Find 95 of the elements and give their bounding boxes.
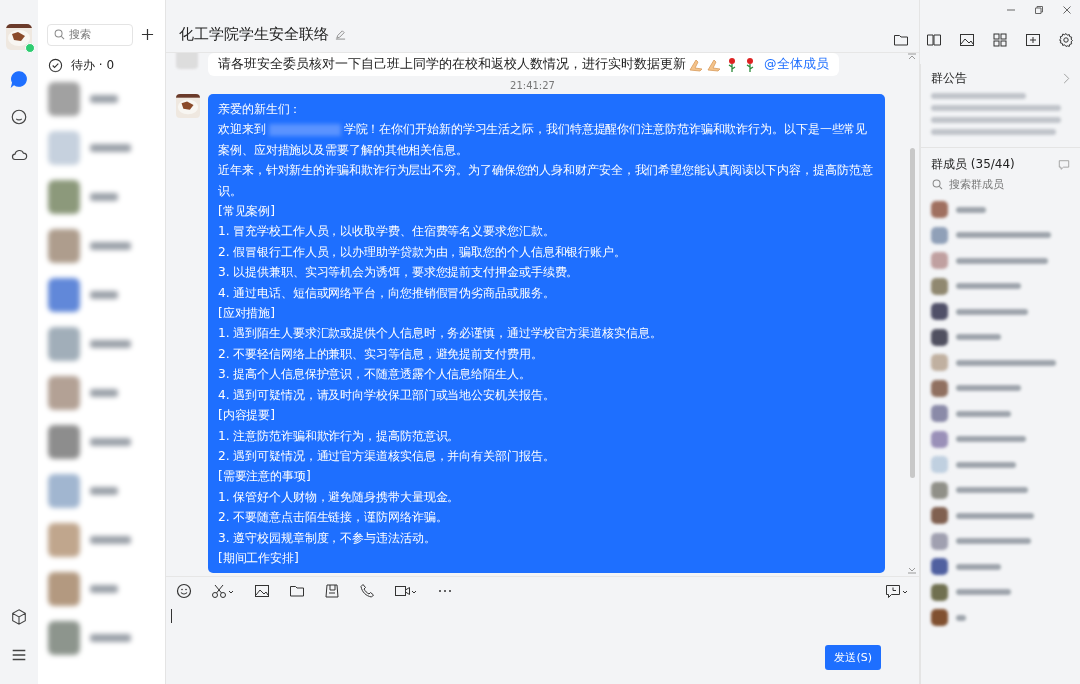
- grid-icon[interactable]: [992, 32, 1008, 48]
- members-title: 群成员 (35/44): [931, 156, 1015, 173]
- search-icon: [54, 29, 65, 40]
- message-text: 2. 遇到可疑情况，通过官方渠道核实信息，并向有关部门报告。: [218, 447, 556, 465]
- blurred-avatar[interactable]: [931, 558, 948, 576]
- image-icon[interactable]: [254, 583, 270, 599]
- blurred-avatar[interactable]: [931, 303, 948, 321]
- blurred-name: [956, 436, 1026, 443]
- blurred-avatar[interactable]: [931, 201, 948, 219]
- message-text: 1. 遇到陌生人要求汇款或提供个人信息时，务必谨慎，通过学校官方渠道核实信息。: [218, 325, 663, 343]
- message-text: [应对措施]: [218, 305, 276, 323]
- blurred-name: [956, 589, 1011, 596]
- scrollbar[interactable]: [910, 148, 915, 478]
- chat-history-icon[interactable]: [885, 583, 909, 599]
- blurred-name: [956, 410, 1011, 417]
- blurred-name: [90, 486, 118, 495]
- blurred-name: [956, 334, 1001, 341]
- blurred-name: [956, 563, 1001, 570]
- message-text: 4. 遇到可疑情况，请及时向学校保卫部门或当地公安机关报告。: [218, 386, 556, 404]
- message-text: 4. 通过电话、短信或网络平台，向您推销假冒伪劣商品或服务。: [218, 284, 556, 302]
- mention-link[interactable]: @全体成员: [764, 56, 829, 73]
- message-text: 1. 冒充学校工作人员，以收取学费、住宿费等名义要求您汇款。: [218, 223, 556, 241]
- message-text: 3. 以提供兼职、实习等机会为诱饵，要求您提前支付押金或手续费。: [218, 264, 580, 282]
- blurred-name: [90, 241, 131, 250]
- blurred-name: [90, 388, 118, 397]
- video-camera-icon[interactable]: [394, 583, 418, 599]
- message-text: 3. 遵守校园规章制度，不参与违法活动。: [218, 529, 437, 547]
- blurred-avatar[interactable]: [931, 405, 948, 423]
- close-icon[interactable]: [1062, 5, 1072, 15]
- message-text: [期间工作安排]: [218, 549, 300, 567]
- blurred-avatar[interactable]: [48, 277, 80, 312]
- blurred-name: [956, 487, 1028, 494]
- settings-icon[interactable]: [1058, 32, 1074, 48]
- blurred-name: [90, 437, 131, 446]
- message-text: 1. 保管好个人财物，避免随身携带大量现金。: [218, 488, 461, 506]
- scroll-bottom-icon[interactable]: [907, 566, 917, 574]
- smiley-icon[interactable]: [176, 583, 192, 599]
- blurred-name: [90, 584, 118, 593]
- message-text: [内容提要]: [218, 407, 276, 425]
- plus-icon[interactable]: [141, 27, 154, 41]
- todo-label[interactable]: 待办 · 0: [71, 57, 115, 74]
- message-text: 2. 假冒银行工作人员，以办理助学贷款为由，骗取您的个人信息和银行账户。: [218, 243, 627, 261]
- folder-icon[interactable]: [289, 583, 305, 599]
- add-window-icon[interactable]: [1025, 32, 1041, 48]
- chevron-right-icon[interactable]: [1062, 73, 1070, 84]
- timestamp: 21:41:27: [509, 80, 556, 91]
- send-button[interactable]: 发送(S): [825, 645, 881, 670]
- window-title: 化工学院学生安全联络: [179, 24, 329, 44]
- message-text: 请各班安全委员核对一下自己班上同学的在校和返校人数情况，进行实时数据更新: [218, 56, 686, 73]
- message-text: 近年来，针对新生的诈骗和欺诈行为层出不穷。为了确保您的人身和财产安全，我们希望您能认真阅读以下内容，提高防范意识。: [218, 162, 874, 200]
- image-icon[interactable]: [959, 32, 975, 48]
- message-text: 3. 提高个人信息保护意识，不随意透露个人信息给陌生人。: [218, 366, 532, 384]
- message-text: 亲爱的新生们：: [218, 101, 303, 118]
- blurred-name: [90, 339, 131, 348]
- blurred-name: [90, 192, 118, 201]
- scroll-top-icon[interactable]: [907, 53, 917, 61]
- message-text: 欢迎来到 学院！在你们开始新的学习生活之际，我们特意提醒你们注意防范诈骗和欺诈行为。以下是一些常见案例、应对措施以及需要了解的其他相关信息。: [218, 121, 869, 159]
- restore-icon[interactable]: [1034, 5, 1044, 15]
- blurred-name: [90, 535, 131, 544]
- blurred-avatar[interactable]: [931, 609, 948, 627]
- blurred-name: [956, 283, 1021, 290]
- message-text: 2. 不要轻信网络上的兼职、实习等信息，避免提前支付费用。: [218, 345, 544, 363]
- chat-bubble-icon[interactable]: [10, 70, 28, 88]
- scissors-icon[interactable]: [211, 583, 235, 599]
- blurred-avatar[interactable]: [931, 583, 948, 601]
- announcement-title[interactable]: 群公告: [931, 70, 967, 87]
- blurred-name: [956, 206, 986, 213]
- book-icon[interactable]: [926, 32, 942, 48]
- blurred-avatar[interactable]: [931, 277, 948, 295]
- blurred-name: [956, 461, 1016, 468]
- message-text: [需要注意的事项]: [218, 468, 312, 486]
- smiley-icon[interactable]: [10, 108, 28, 126]
- message-text: 1. 注意防范诈骗和欺诈行为，提高防范意识。: [218, 427, 461, 445]
- cube-icon[interactable]: [10, 608, 28, 626]
- blurred-name: [90, 94, 118, 103]
- blurred-avatar[interactable]: [931, 328, 948, 346]
- search-icon: [932, 179, 943, 190]
- blurred-name: [956, 308, 1028, 315]
- chat-icon[interactable]: [1058, 158, 1070, 171]
- blurred-avatar[interactable]: [931, 379, 948, 397]
- blurred-name: [90, 143, 131, 152]
- blurred-name: [956, 614, 966, 621]
- blurred-avatar[interactable]: [931, 481, 948, 499]
- blurred-name: [956, 385, 1021, 392]
- folder-icon[interactable]: [893, 32, 909, 48]
- blurred-name: [90, 633, 131, 642]
- message-text: [常见案例]: [218, 203, 276, 221]
- message-text: 2. 不要随意点击陌生链接，谨防网络诈骗。: [218, 509, 449, 527]
- phone-icon[interactable]: [359, 583, 375, 599]
- blurred-name: [90, 290, 118, 299]
- check-circle-icon: [48, 58, 63, 73]
- pencil-icon[interactable]: [335, 28, 346, 40]
- blurred-avatar[interactable]: [931, 507, 948, 525]
- member-search-field[interactable]: 搜索群成员: [931, 173, 1071, 196]
- search-field[interactable]: 搜索: [47, 23, 133, 46]
